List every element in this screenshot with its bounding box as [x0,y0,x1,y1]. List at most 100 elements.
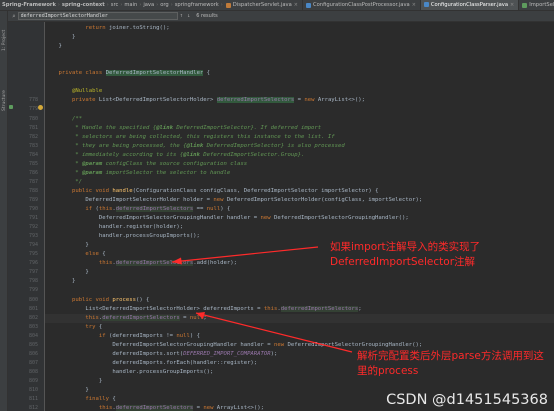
code-line[interactable]: private class DeferredImportSelectorHand… [45,69,554,78]
code-line[interactable]: } [45,277,554,286]
line-number: 811 [28,396,38,403]
code-token: process [112,296,136,303]
code-line[interactable]: return joiner.toString(); [45,24,554,33]
code-line[interactable]: DeferredImportSelectorHolder holder = ne… [45,196,554,205]
code-line[interactable]: private List<DeferredImportSelectorHolde… [45,96,554,105]
close-tab-icon[interactable]: × [510,2,514,8]
code-token: * immediately according to its { [45,151,184,158]
code-line[interactable]: * Handle the specified {@link DeferredIm… [45,124,554,133]
code-line[interactable]: if (deferredImports != null) { [45,332,554,341]
code-line[interactable]: if (this.deferredImportSelectors == null… [45,205,554,214]
breadcrumb-item[interactable]: main [122,2,139,8]
find-input[interactable] [17,12,178,20]
code-line[interactable] [45,286,554,295]
annotation-note-deferred-line2: DeferredImportSelector注解 [330,256,476,268]
code-token: DeferredImportSelector}. If deferred imp… [172,124,322,131]
code-line[interactable]: /** [45,115,554,124]
code-line[interactable]: DeferredImportSelectorGroupingHandler ha… [45,214,554,223]
code-token: * [45,169,83,176]
code-line[interactable]: List<DeferredImportSelectorHolder> defer… [45,305,554,314]
line-number: 779 [28,106,38,113]
line-number: 792 [28,224,38,231]
editor-tab-label: DispatcherServlet.java [232,2,292,8]
code-token: else [85,251,99,258]
breadcrumb-item[interactable]: springframework [173,2,221,8]
code-line[interactable]: * they are being processed, the {@link D… [45,142,554,151]
code-line[interactable]: @Nullable [45,87,554,96]
breadcrumb-item[interactable]: spring-context [60,2,107,8]
line-number [16,78,38,87]
project-tool-button[interactable]: 1: Project [2,30,7,51]
line-number: 781 [28,124,38,131]
code-token: new [213,196,224,203]
next-occurrence-icon[interactable]: ↓ [187,13,190,19]
code-line[interactable]: this.deferredImportSelectors = null; [45,313,554,323]
annotation-note-process: 解析完配置类后外层parse方法调用到这 里的process [357,349,544,379]
line-number: 812 [28,405,38,411]
code-token: * [45,160,83,167]
line-number: 787 [28,178,38,185]
code-token: null [189,314,204,321]
breadcrumb-item[interactable]: org [158,2,171,8]
code-line[interactable]: * selectors are being collected, this re… [45,133,554,142]
code-line[interactable]: * @param importSelector the selector to … [45,169,554,178]
code-token: @param [82,160,103,167]
code-line[interactable]: try { [45,323,554,332]
code-token: finally [85,396,109,403]
code-line[interactable] [45,105,554,114]
code-line[interactable]: } [45,42,554,51]
close-tab-icon[interactable]: × [412,2,416,8]
annotation-note-process-line2: 里的process [357,365,419,377]
code-line[interactable]: public void handle(ConfigurationClass co… [45,187,554,196]
code-token: this [98,260,113,267]
code-line[interactable] [45,78,554,87]
structure-tool-button[interactable]: Structure [2,90,7,111]
line-number: 797 [28,269,38,276]
code-token: deferredImportSelectors [280,305,359,312]
line-number: 796 [28,260,38,267]
code-token: deferredImportSelectors [115,206,194,212]
code-token: deferredImportSelectors [115,260,194,267]
code-token: public void [71,296,109,303]
line-number: 778 [28,97,38,104]
line-number: 801 [28,305,38,312]
line-number: 798 [28,278,38,285]
editor-tab[interactable]: ImportSelector.java× [519,0,554,10]
breadcrumb-item[interactable]: src [109,2,121,8]
breadcrumb-item[interactable]: java [141,2,156,8]
line-number: 810 [28,387,38,393]
code-token: DeferredImportSelectorHandler [105,70,204,77]
code-token: importSelector the selector to handle [102,169,231,176]
line-number: 805 [28,341,38,348]
editor-tab[interactable]: DispatcherServlet.java × [223,0,303,10]
editor-tab[interactable]: ConfigurationClassParser.java × [420,0,520,10]
code-token: DEFERRED_IMPORT_COMPARATOR [183,350,271,357]
breadcrumb-item[interactable]: Spring-Framework [0,2,58,8]
line-number [16,42,38,51]
code-line[interactable]: handler.register(holder); [45,223,554,232]
code-line[interactable]: public void process() { [45,296,554,305]
close-tab-icon[interactable]: × [294,2,298,8]
bulb-icon[interactable] [38,105,43,110]
code-line[interactable]: */ [45,178,554,187]
java-file-icon [305,2,311,8]
code-token: public void [71,187,109,194]
previous-occurrence-icon[interactable]: ↑ [180,13,183,19]
code-token: deferredImportSelectors [216,97,295,104]
code-token: deferredImportSelectors [102,314,180,321]
find-results-count: 6 results [196,13,218,19]
line-number [16,69,38,78]
line-number: 794 [28,242,38,249]
editor-tab[interactable]: ConfigurationClassPostProcessor.java × [303,0,421,10]
line-number: 791 [28,215,38,222]
line-number: 789 [28,196,38,203]
line-number: 785 [28,160,38,167]
code-line[interactable]: * @param configClass the source configur… [45,160,554,169]
code-line[interactable] [45,51,554,60]
code-token: null [176,332,190,339]
annotation-note-process-line1: 解析完配置类后外层parse方法调用到这 [357,350,544,362]
code-line[interactable]: * immediately according to its {@link De… [45,151,554,160]
code-line[interactable]: } [45,33,554,42]
code-token: @Nullable [71,88,103,95]
code-line[interactable] [45,60,554,69]
